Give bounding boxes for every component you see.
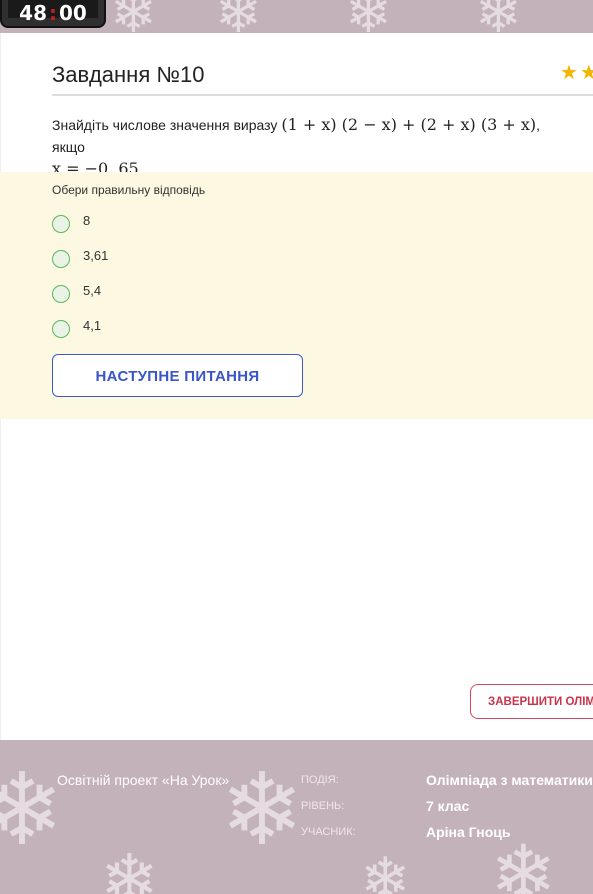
radio-button[interactable]: [52, 215, 70, 233]
radio-button[interactable]: [52, 285, 70, 303]
snowflake-icon: ❄: [220, 751, 304, 868]
snowflake-icon: ❄: [490, 828, 558, 894]
answer-instruction: Обери правильну відповідь: [52, 183, 206, 197]
timer-minutes: 48: [19, 1, 47, 25]
next-question-button[interactable]: НАСТУПНЕ ПИТАННЯ: [52, 354, 303, 397]
finish-olympiad-button[interactable]: ЗАВЕРШИТИ ОЛІМПІАДУ: [470, 684, 593, 719]
level-value: 7 клас: [426, 798, 470, 814]
timer-seconds: 00: [59, 1, 87, 25]
event-label: ПОДІЯ:: [301, 774, 339, 786]
question-expression: (1 + x) (2 − x) + (2 + x) (3 + x): [281, 115, 537, 134]
task-title: Завдання №10: [52, 62, 205, 87]
answer-option-label: 3,61: [83, 248, 109, 263]
snowflake-icon: ❄: [215, 0, 262, 33]
snowflake-icon: ❄: [345, 0, 392, 33]
participant-label: УЧАСНИК:: [301, 826, 356, 838]
radio-button[interactable]: [52, 320, 70, 338]
question-prefix: Знайдіть числове значення виразу: [52, 117, 282, 133]
snowflake-icon: ❄: [100, 839, 159, 894]
level-label: РІВЕНЬ:: [301, 800, 345, 812]
title-divider: [52, 94, 593, 96]
answer-option-label: 4,1: [83, 318, 102, 333]
participant-value: Аріна Гноць: [426, 824, 511, 840]
snowflake-icon: ❄: [0, 751, 64, 868]
radio-button[interactable]: [52, 250, 70, 268]
answer-option-label: 5,4: [83, 283, 102, 298]
countdown-timer: 48:00: [0, 0, 106, 28]
footer: ❄ ❄ ❄ ❄ ❄ Освітній проект «На Урок» ПОДІ…: [0, 740, 593, 894]
footer-project-name: Освітній проект «На Урок»: [57, 772, 230, 788]
answer-option-label: 8: [83, 213, 91, 228]
timer-separator: :: [49, 1, 57, 25]
event-value: Олімпіада з математики: [426, 772, 593, 788]
snowflake-icon: ❄: [110, 0, 157, 33]
snowflake-icon: ❄: [360, 845, 411, 894]
question-text: Знайдіть числове значення виразу (1 + x)…: [52, 114, 572, 180]
rating-stars-icon: ★★: [560, 60, 593, 84]
snowflake-icon: ❄: [475, 0, 522, 33]
